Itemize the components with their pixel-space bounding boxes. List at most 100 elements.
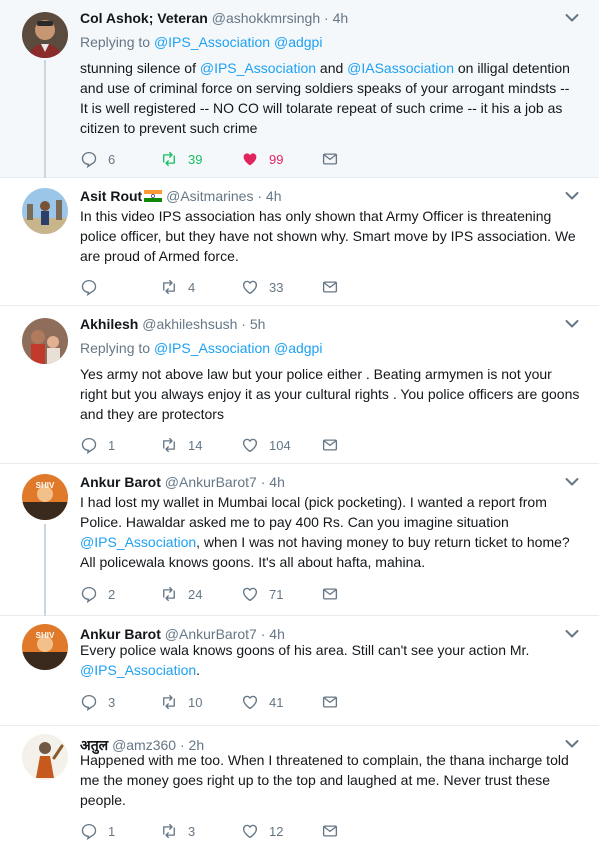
mention-link[interactable]: @IPS_Association (154, 34, 270, 50)
chevron-down-icon[interactable] (565, 739, 579, 749)
avatar[interactable] (22, 318, 68, 364)
text-segment: . (196, 662, 201, 678)
tweet-3[interactable]: SHIV Ankur Barot @AnkurBarot7 · 4h I had… (0, 464, 599, 616)
svg-text:SHIV: SHIV (36, 631, 55, 640)
separator-dot: · (241, 316, 246, 332)
tweet-actions: 3 10 41 (80, 692, 380, 712)
user-handle[interactable]: @ashokkmrsingh (212, 10, 320, 26)
mention-link[interactable]: @IPS_Association (154, 340, 270, 356)
retweet-count: 24 (188, 586, 203, 602)
like-count: 104 (269, 437, 291, 453)
reply-icon (80, 585, 98, 603)
mention-link[interactable]: @adgpi (274, 340, 322, 356)
tweet-actions: 2 24 71 (80, 584, 380, 604)
text-segment: Every police wala knows goons of his are… (80, 642, 530, 658)
tweet-0[interactable]: Col Ashok; Veteran @ashokkmrsingh · 4h R… (0, 0, 599, 178)
mention-link[interactable]: @IASassociation (347, 60, 454, 76)
tweet-header: Col Ashok; Veteran @ashokkmrsingh · 4h (80, 10, 348, 26)
chevron-down-icon[interactable] (565, 191, 579, 201)
like-count: 33 (269, 279, 284, 295)
like-button[interactable]: 99 (241, 149, 283, 169)
reply-icon (80, 150, 98, 168)
reply-count: 1 (108, 823, 116, 839)
reply-button[interactable] (80, 277, 108, 297)
envelope-icon (321, 822, 339, 840)
like-button[interactable]: 12 (241, 821, 283, 841)
dm-button[interactable] (321, 584, 339, 604)
tweet-1[interactable]: Asit Rout @Asitmarines · 4h In this vide… (0, 178, 599, 306)
tweet-2[interactable]: Akhilesh @akhileshsush · 5h Replying to … (0, 306, 599, 464)
chevron-down-icon[interactable] (565, 477, 579, 487)
user-handle[interactable]: @akhileshsush (142, 316, 237, 332)
like-button[interactable]: 33 (241, 277, 283, 297)
text-segment: I had lost my wallet in Mumbai local (pi… (80, 494, 547, 530)
timestamp[interactable]: 5h (250, 316, 266, 332)
chevron-down-icon[interactable] (565, 319, 579, 329)
thread-line (44, 60, 46, 178)
avatar[interactable]: SHIV (22, 474, 68, 520)
heart-icon (241, 436, 259, 454)
tweet-4[interactable]: SHIV Ankur Barot @AnkurBarot7 · 4h Every… (0, 616, 599, 726)
reply-button[interactable]: 3 (80, 692, 115, 712)
avatar[interactable]: SHIV (22, 624, 68, 670)
display-name[interactable]: Akhilesh (80, 316, 138, 332)
like-button[interactable]: 104 (241, 435, 291, 455)
heart-icon (241, 822, 259, 840)
reply-button[interactable]: 2 (80, 584, 115, 604)
mention-link[interactable]: @IPS_Association (80, 534, 196, 550)
reply-count: 6 (108, 151, 116, 167)
retweet-icon (160, 436, 178, 454)
replying-label: Replying to (80, 34, 151, 50)
avatar[interactable] (22, 12, 68, 58)
heart-icon (241, 693, 259, 711)
like-count: 41 (269, 694, 284, 710)
retweet-count: 4 (188, 279, 196, 295)
dm-button[interactable] (321, 277, 339, 297)
avatar[interactable] (22, 734, 68, 780)
display-name[interactable]: Asit Rout (80, 188, 142, 204)
retweet-button[interactable]: 10 (160, 692, 202, 712)
dm-button[interactable] (321, 692, 339, 712)
user-handle[interactable]: @Asitmarines (166, 188, 253, 204)
tweet-header: Asit Rout @Asitmarines · 4h (80, 188, 281, 204)
retweet-button[interactable]: 3 (160, 821, 195, 841)
retweet-button[interactable]: 24 (160, 584, 202, 604)
timestamp[interactable]: 4h (269, 474, 285, 490)
dm-button[interactable] (321, 435, 339, 455)
like-count: 71 (269, 586, 284, 602)
user-handle[interactable]: @AnkurBarot7 (165, 474, 257, 490)
tweet-5[interactable]: अतुल @amz360 · 2h Happened with me too. … (0, 726, 599, 849)
tweet-actions: 1 14 104 (80, 435, 380, 455)
chevron-down-icon[interactable] (565, 13, 579, 23)
reply-button[interactable]: 6 (80, 149, 115, 169)
like-button[interactable]: 71 (241, 584, 283, 604)
text-segment: stunning silence of (80, 60, 200, 76)
display-name[interactable]: Col Ashok; Veteran (80, 10, 208, 26)
replying-to: Replying to @IPS_Association @adgpi (80, 34, 322, 50)
reply-button[interactable]: 1 (80, 821, 115, 841)
mention-link[interactable]: @IPS_Association (200, 60, 316, 76)
reply-button[interactable]: 1 (80, 435, 115, 455)
like-button[interactable]: 41 (241, 692, 283, 712)
tweet-actions: 1 3 12 (80, 821, 380, 841)
retweet-icon (160, 693, 178, 711)
dm-button[interactable] (321, 821, 339, 841)
tweet-header: Akhilesh @akhileshsush · 5h (80, 316, 265, 332)
dm-button[interactable] (321, 149, 339, 169)
tweet-actions: 4 33 (80, 277, 380, 297)
tweet-header: Ankur Barot @AnkurBarot7 · 4h (80, 474, 285, 490)
separator-dot: · (257, 188, 263, 204)
envelope-icon (321, 278, 339, 296)
retweet-button[interactable]: 39 (160, 149, 202, 169)
timestamp[interactable]: 4h (266, 188, 282, 204)
retweet-button[interactable]: 4 (160, 277, 195, 297)
retweet-count: 3 (188, 823, 196, 839)
mention-link[interactable]: @IPS_Association (80, 662, 196, 678)
display-name[interactable]: Ankur Barot (80, 474, 161, 490)
timestamp[interactable]: 4h (333, 10, 349, 26)
retweet-button[interactable]: 14 (160, 435, 202, 455)
avatar[interactable] (22, 188, 68, 234)
envelope-icon (321, 693, 339, 711)
chevron-down-icon[interactable] (565, 629, 579, 639)
mention-link[interactable]: @adgpi (274, 34, 322, 50)
